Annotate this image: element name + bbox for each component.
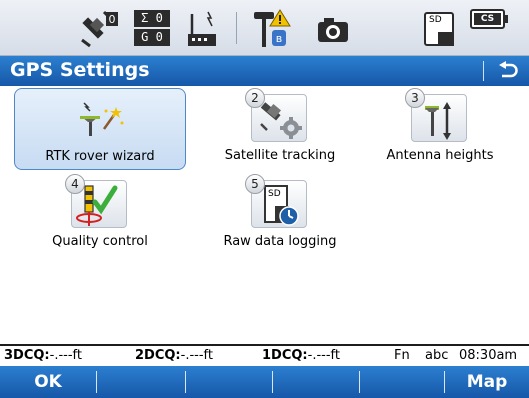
satellite-status-icon[interactable]: 0 [80, 8, 120, 50]
softkey-3-button[interactable] [186, 366, 272, 398]
softkey-2-button[interactable] [97, 366, 185, 398]
satellite-gear-icon: 2 [245, 88, 307, 142]
quality-check-icon: 4 [65, 174, 127, 228]
title-divider [483, 61, 484, 81]
tile-number: 2 [245, 88, 265, 108]
precision-3d-label: 3DCQ: [4, 348, 50, 363]
tile-quality-control[interactable]: 4 Quality control [14, 174, 186, 256]
softkey-4-button[interactable] [273, 366, 359, 398]
precision-1d-label: 1DCQ: [262, 348, 308, 363]
satellite-count: 0 [109, 13, 116, 26]
precision-2d-value: -.---ft [180, 348, 213, 363]
precision-3d-value: -.---ft [49, 348, 82, 363]
tile-label: RTK rover wizard [45, 149, 155, 164]
antenna-height-icon: 3 [405, 88, 467, 142]
status-divider [236, 12, 237, 44]
tile-raw-data-logging[interactable]: SD 5 Raw data logging [194, 174, 366, 256]
tile-label: Satellite tracking [224, 148, 336, 163]
tile-label: Antenna heights [386, 148, 494, 163]
precision-3d: 3DCQ:-.---ft [4, 348, 82, 363]
g-count: 0 [155, 30, 163, 44]
precision-info-bar: 3DCQ:-.---ft 2DCQ:-.---ft 1DCQ:-.---ft F… [0, 344, 529, 366]
constellation-counts[interactable]: Σ 0 G 0 [134, 8, 170, 50]
sd-card-status-icon[interactable]: SD [420, 8, 460, 50]
precision-2d: 2DCQ:-.---ft [135, 348, 213, 363]
tile-number: 5 [245, 174, 265, 194]
g-label: G [141, 30, 149, 44]
precision-1d: 1DCQ:-.---ft [262, 348, 340, 363]
softkey-5-button[interactable] [360, 366, 444, 398]
tile-antenna-heights[interactable]: 3 Antenna heights [354, 88, 526, 170]
radio-link-icon[interactable] [186, 8, 220, 50]
ok-button[interactable]: OK [0, 366, 96, 398]
sd-card-logging-icon: SD 5 [245, 174, 307, 228]
tile-label: Quality control [52, 234, 148, 249]
tile-satellite-tracking[interactable]: 2 Satellite tracking [194, 88, 366, 170]
page-title: GPS Settings [10, 59, 150, 81]
tile-number: 3 [405, 88, 425, 108]
map-button[interactable]: Map [445, 366, 529, 398]
svg-text:SD: SD [268, 189, 281, 199]
sigma-label: Σ [141, 11, 149, 25]
status-bar: 0 Σ 0 G 0 ʙ SD CS [0, 0, 529, 56]
softkey-bar: OK Map [0, 366, 529, 398]
input-mode-indicator[interactable]: abc [425, 348, 448, 363]
sd-label: SD [429, 15, 442, 25]
clock: 08:30am [459, 348, 518, 363]
rtk-wizard-icon [72, 95, 128, 143]
fn-indicator[interactable]: Fn [394, 348, 410, 363]
back-button[interactable] [483, 56, 529, 86]
cs-label: CS [474, 13, 501, 25]
title-bar: GPS Settings [0, 56, 529, 86]
camera-icon[interactable] [316, 8, 352, 50]
back-arrow-icon [499, 61, 518, 78]
tile-number: 4 [65, 174, 85, 194]
receiver-warning-icon[interactable]: ʙ [252, 8, 292, 50]
sigma-count: 0 [155, 11, 163, 25]
tile-label: Raw data logging [223, 234, 337, 249]
svg-text:ʙ: ʙ [276, 32, 282, 45]
tile-rtk-rover-wizard[interactable]: RTK rover wizard [14, 88, 186, 170]
precision-2d-label: 2DCQ: [135, 348, 181, 363]
precision-1d-value: -.---ft [307, 348, 340, 363]
battery-icon[interactable]: CS [470, 9, 508, 31]
